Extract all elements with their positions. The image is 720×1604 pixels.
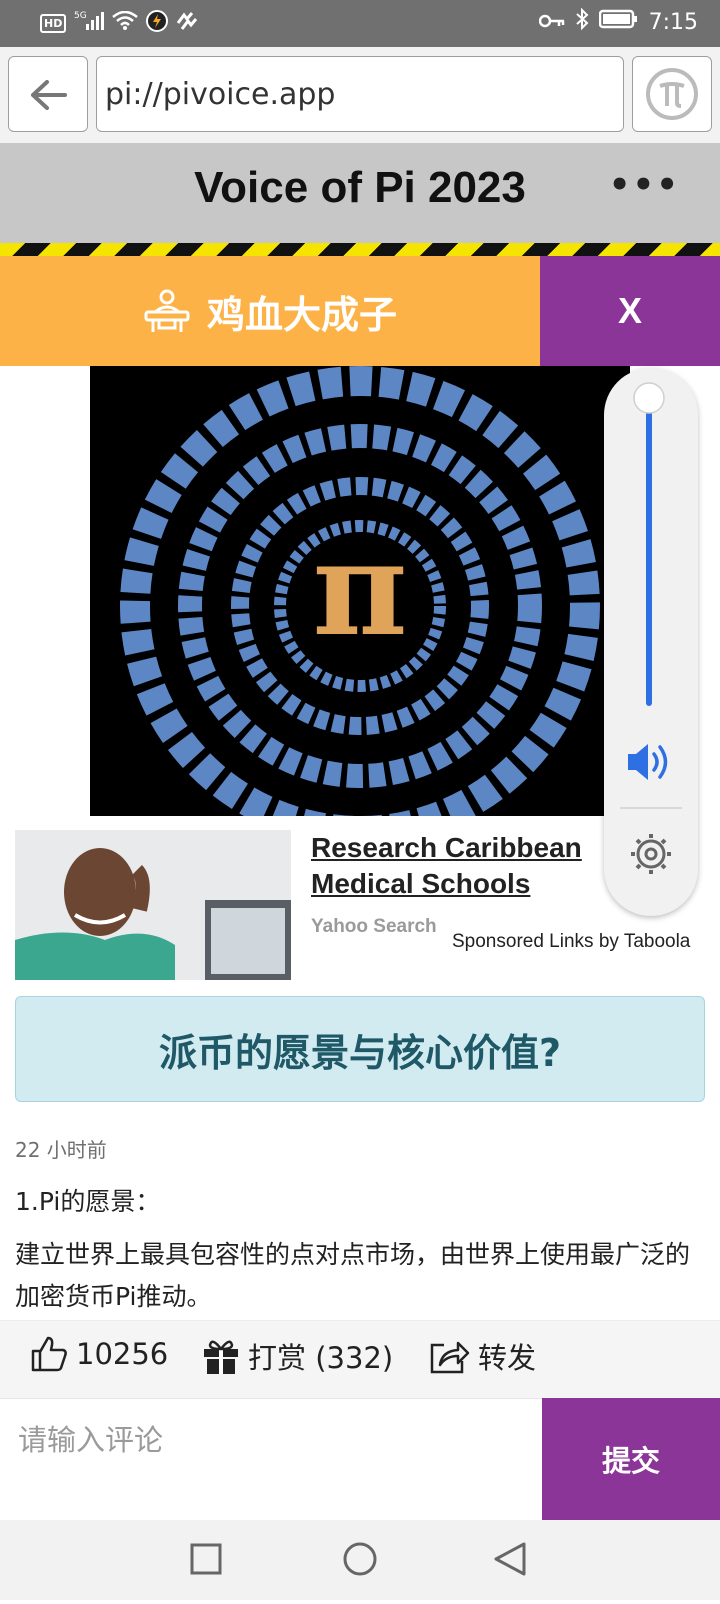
hazard-stripe: [0, 243, 720, 256]
speaker-icon[interactable]: [628, 744, 668, 780]
hd-indicator: HD: [40, 13, 67, 33]
wifi-icon: [112, 10, 139, 35]
volume-slider[interactable]: [646, 398, 652, 706]
browser-toolbar: pi://pivoice.app: [0, 47, 720, 144]
article-question: 派币的愿景与核心价值?: [15, 996, 705, 1102]
app-header: Voice of Pi 2023 •••: [0, 143, 720, 243]
user-banner[interactable]: 鸡血大成子: [0, 256, 540, 366]
thumbs-up-icon: [31, 1336, 67, 1372]
presenter-icon: [144, 289, 190, 332]
banner-label: 鸡血大成子: [206, 292, 397, 337]
system-nav-bar: [0, 1520, 720, 1600]
article-paragraph: 1.Pi的愿景：: [15, 1187, 161, 1216]
pi-spiral-image: π: [90, 366, 630, 816]
recents-button[interactable]: [190, 1543, 222, 1575]
notification-icon: [176, 11, 198, 35]
reward-label: 打赏 (332): [248, 1341, 394, 1375]
ad-sponsor-link[interactable]: Sponsored Links by Taboola: [452, 931, 690, 953]
reward-button[interactable]: 打赏 (332): [202, 1335, 393, 1377]
key-icon: [538, 10, 565, 35]
pi-symbol: π: [312, 512, 407, 665]
status-bar: HD 5G 7:15: [0, 0, 720, 47]
article-paragraph: 建立世界上最具包容性的点对点市场，由世界上使用最广泛的加密货币Pi推动。: [15, 1240, 691, 1311]
battery-icon: [598, 9, 639, 35]
like-count: 10256: [76, 1337, 169, 1371]
submit-button[interactable]: 提交: [542, 1398, 720, 1520]
share-label: 转发: [478, 1341, 537, 1375]
post-time: 22 小时前: [15, 1138, 107, 1162]
pi-browser-button[interactable]: [632, 56, 712, 132]
clock: 7:15: [648, 9, 698, 35]
comment-box: [0, 1398, 542, 1521]
back-nav-button[interactable]: [494, 1542, 526, 1576]
share-icon: [430, 1341, 470, 1374]
comment-input[interactable]: [0, 1399, 542, 1521]
svg-text:5G: 5G: [74, 11, 87, 21]
close-banner-button[interactable]: X: [540, 256, 720, 366]
like-button[interactable]: 10256: [30, 1335, 168, 1373]
pi-logo-icon: [646, 68, 698, 120]
ad-source: Yahoo Search: [311, 916, 437, 937]
home-button[interactable]: [343, 1542, 377, 1576]
share-button[interactable]: 转发: [428, 1335, 536, 1377]
volume-slider-thumb[interactable]: [633, 382, 665, 414]
action-bar: 10256 打赏 (332) 转发: [0, 1320, 720, 1399]
cellular-signal-icon: 5G: [74, 10, 105, 36]
arrow-left-icon: [31, 80, 67, 110]
more-menu-button[interactable]: •••: [609, 165, 680, 205]
back-button[interactable]: [8, 56, 88, 132]
ad-title-link[interactable]: Research Caribbean Medical Schools: [311, 830, 611, 902]
settings-gear-icon[interactable]: [631, 834, 671, 874]
ad-image[interactable]: [15, 830, 291, 980]
url-field[interactable]: pi://pivoice.app: [96, 56, 624, 132]
volume-panel: [604, 368, 698, 916]
bluetooth-icon: [575, 7, 589, 36]
gift-icon: [204, 1340, 238, 1374]
charging-app-icon: [146, 10, 169, 36]
